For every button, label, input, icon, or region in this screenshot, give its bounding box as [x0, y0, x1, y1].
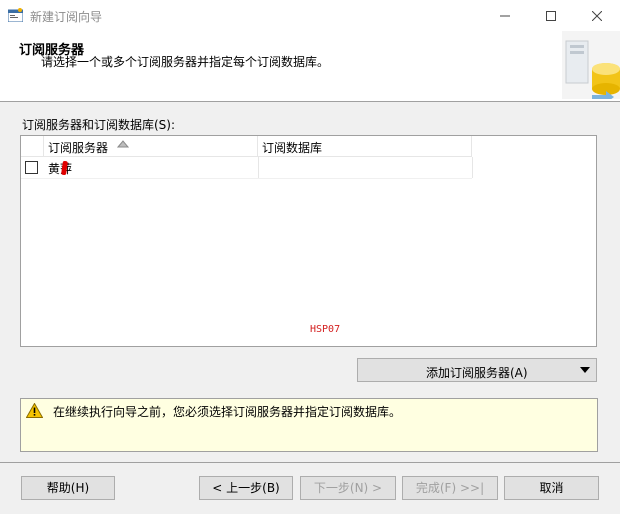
wizard-app-icon — [8, 8, 23, 22]
subscriber-grid[interactable]: 订阅服务器 订阅数据库 黄萍 HSP07 — [20, 135, 597, 347]
sort-ascending-icon — [117, 140, 129, 148]
column-header-subscriber[interactable]: 订阅服务器 — [44, 136, 258, 156]
warning-text: 在继续执行向导之前，您必须选择订阅服务器并指定订阅数据库。 — [53, 405, 402, 419]
wizard-header: 订阅服务器 请选择一个或多个订阅服务器并指定每个订阅数据库。 — [0, 31, 620, 102]
row-checkbox[interactable] — [25, 161, 38, 174]
dropdown-arrow-icon[interactable] — [580, 367, 590, 373]
database-server-icon — [562, 31, 620, 99]
subscriber-cell: 黄萍 — [48, 162, 73, 176]
close-icon — [592, 10, 602, 21]
window-title: 新建订阅向导 — [30, 10, 103, 24]
minimize-button[interactable] — [482, 0, 528, 31]
maximize-icon — [546, 10, 556, 21]
database-cell[interactable] — [258, 157, 473, 178]
page-subtitle: 请选择一个或多个订阅服务器并指定每个订阅数据库。 — [41, 55, 330, 69]
footer-divider — [0, 462, 620, 463]
next-button[interactable]: 下一步(N) > — [300, 476, 396, 500]
close-button[interactable] — [574, 0, 620, 31]
help-button[interactable]: 帮助(H) — [21, 476, 115, 500]
table-row[interactable]: 黄萍 — [21, 157, 473, 179]
add-subscriber-button[interactable]: 添加订阅服务器(A) — [357, 358, 597, 382]
minimize-icon — [500, 15, 510, 16]
subscriber-list-label: 订阅服务器和订阅数据库(S): — [22, 118, 176, 132]
cancel-button[interactable]: 取消 — [504, 476, 599, 500]
add-subscriber-label: 添加订阅服务器(A) — [426, 366, 528, 380]
watermark-text: HSP07 — [310, 324, 341, 335]
maximize-button[interactable] — [528, 0, 574, 31]
column-header-database[interactable]: 订阅数据库 — [258, 136, 472, 156]
column-header-label: 订阅数据库 — [262, 141, 323, 155]
warning-message-box: 在继续执行向导之前，您必须选择订阅服务器并指定订阅数据库。 — [20, 398, 598, 452]
title-bar[interactable]: 新建订阅向导 — [0, 0, 620, 31]
back-button[interactable]: < 上一步(B) — [199, 476, 293, 500]
finish-button[interactable]: 完成(F) >>| — [402, 476, 498, 500]
column-header-label: 订阅服务器 — [48, 141, 109, 155]
select-all-column[interactable] — [21, 136, 44, 156]
warning-icon — [26, 403, 43, 418]
grid-header: 订阅服务器 订阅数据库 — [21, 136, 472, 157]
